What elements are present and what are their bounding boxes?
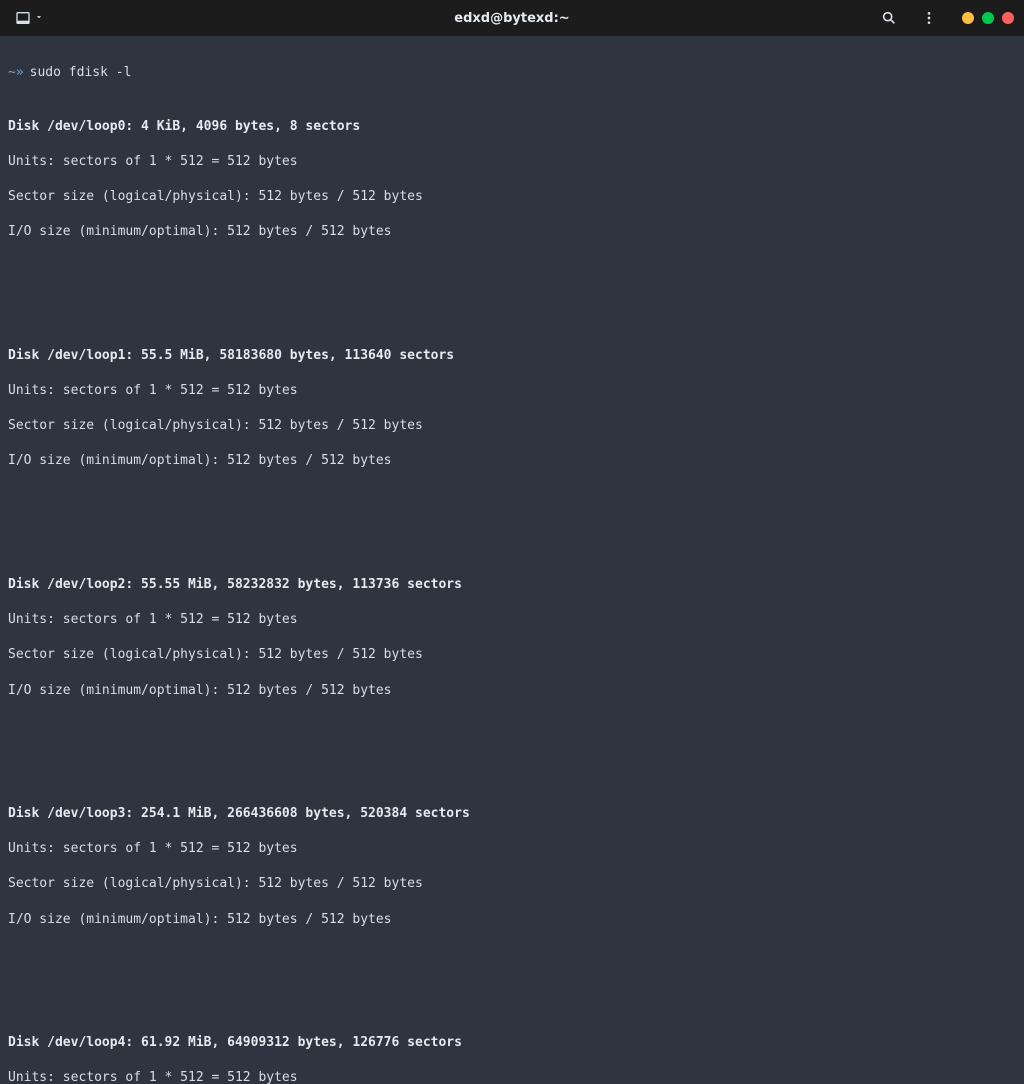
block-gap bbox=[8, 963, 1016, 997]
disk-header: Disk /dev/loop3: 254.1 MiB, 266436608 by… bbox=[8, 805, 1016, 823]
disk-units: Units: sectors of 1 * 512 = 512 bytes bbox=[8, 611, 1016, 629]
disk-sector: Sector size (logical/physical): 512 byte… bbox=[8, 188, 1016, 206]
disk-header: Disk /dev/loop4: 61.92 MiB, 64909312 byt… bbox=[8, 1034, 1016, 1052]
terminal-icon bbox=[14, 9, 32, 27]
block-gap bbox=[8, 505, 1016, 539]
terminal-output[interactable]: ~ » sudo fdisk -l Disk /dev/loop0: 4 KiB,… bbox=[0, 36, 1024, 1084]
minimize-button[interactable] bbox=[962, 12, 974, 24]
disk-io: I/O size (minimum/optimal): 512 bytes / … bbox=[8, 911, 1016, 929]
prompt-line: ~ » sudo fdisk -l bbox=[8, 64, 1016, 82]
block-gap bbox=[8, 734, 1016, 768]
block-gap bbox=[8, 276, 1016, 310]
prompt-cwd: ~ bbox=[8, 64, 16, 82]
titlebar-right bbox=[876, 5, 1014, 31]
disk-header: Disk /dev/loop1: 55.5 MiB, 58183680 byte… bbox=[8, 347, 1016, 365]
chevron-down-icon bbox=[34, 11, 44, 26]
disk-header: Disk /dev/loop0: 4 KiB, 4096 bytes, 8 se… bbox=[8, 118, 1016, 136]
disk-block-2: Disk /dev/loop2: 55.55 MiB, 58232832 byt… bbox=[8, 559, 1016, 717]
disk-units: Units: sectors of 1 * 512 = 512 bytes bbox=[8, 1069, 1016, 1084]
disk-block-0: Disk /dev/loop0: 4 KiB, 4096 bytes, 8 se… bbox=[8, 101, 1016, 259]
window-controls bbox=[962, 12, 1014, 24]
new-tab-button[interactable] bbox=[10, 7, 48, 29]
close-button[interactable] bbox=[1002, 12, 1014, 24]
window-title: edxd@bytexd:~ bbox=[454, 11, 569, 26]
disk-block-3: Disk /dev/loop3: 254.1 MiB, 266436608 by… bbox=[8, 788, 1016, 946]
disk-header: Disk /dev/loop2: 55.55 MiB, 58232832 byt… bbox=[8, 576, 1016, 594]
disk-block-4: Disk /dev/loop4: 61.92 MiB, 64909312 byt… bbox=[8, 1017, 1016, 1084]
maximize-button[interactable] bbox=[982, 12, 994, 24]
disk-io: I/O size (minimum/optimal): 512 bytes / … bbox=[8, 682, 1016, 700]
menu-button[interactable] bbox=[916, 5, 942, 31]
titlebar-left bbox=[10, 7, 48, 29]
disk-sector: Sector size (logical/physical): 512 byte… bbox=[8, 875, 1016, 893]
disk-block-1: Disk /dev/loop1: 55.5 MiB, 58183680 byte… bbox=[8, 330, 1016, 488]
disk-sector: Sector size (logical/physical): 512 byte… bbox=[8, 417, 1016, 435]
disk-io: I/O size (minimum/optimal): 512 bytes / … bbox=[8, 223, 1016, 241]
command-text: sudo fdisk -l bbox=[30, 64, 132, 82]
disk-io: I/O size (minimum/optimal): 512 bytes / … bbox=[8, 452, 1016, 470]
disk-sector: Sector size (logical/physical): 512 byte… bbox=[8, 646, 1016, 664]
titlebar: edxd@bytexd:~ bbox=[0, 0, 1024, 36]
disk-units: Units: sectors of 1 * 512 = 512 bytes bbox=[8, 840, 1016, 858]
disk-units: Units: sectors of 1 * 512 = 512 bytes bbox=[8, 153, 1016, 171]
disk-units: Units: sectors of 1 * 512 = 512 bytes bbox=[8, 382, 1016, 400]
search-button[interactable] bbox=[876, 5, 902, 31]
prompt-symbol: » bbox=[16, 64, 24, 82]
